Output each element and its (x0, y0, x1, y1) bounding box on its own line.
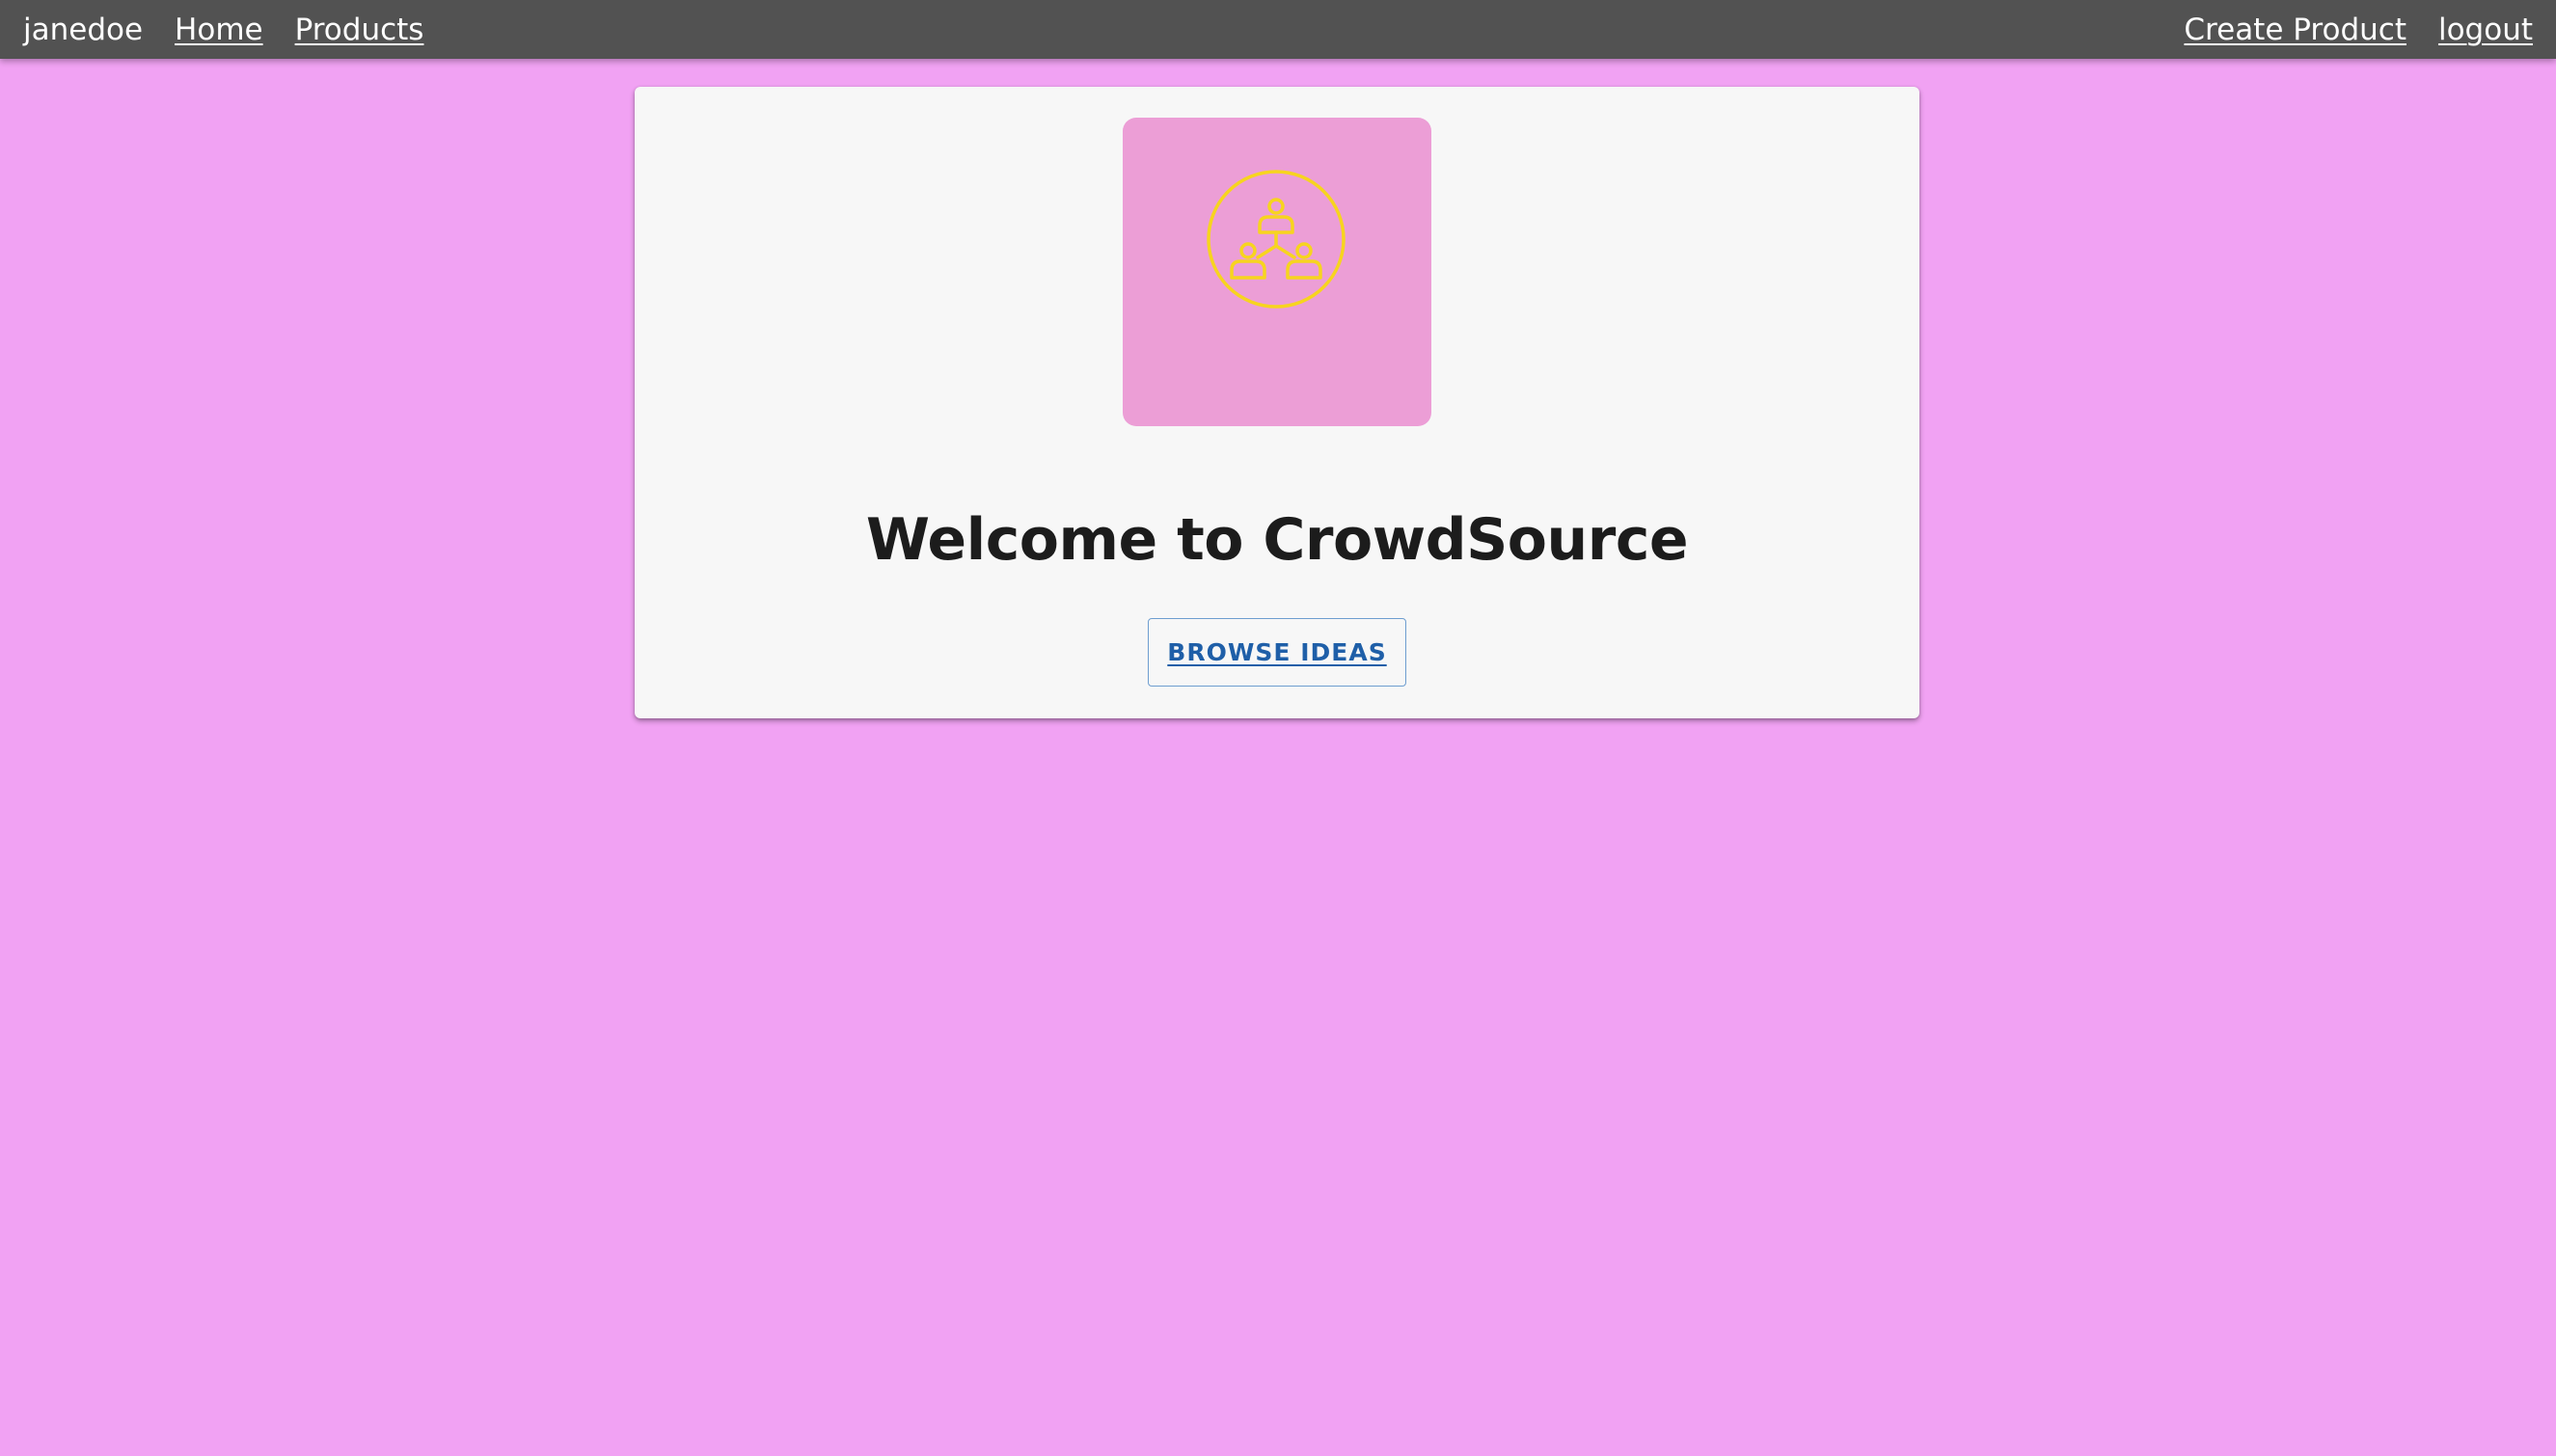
nav-link-products[interactable]: Products (295, 13, 424, 47)
navbar-left: janedoe Home Products (23, 13, 455, 47)
navbar-right: Create Product logout (2152, 13, 2533, 47)
browse-ideas-button[interactable]: BROWSE IDEAS (1148, 618, 1406, 687)
page-title: Welcome to CrowdSource (865, 506, 1689, 574)
crowd-network-icon (1207, 170, 1346, 309)
nav-link-create-product[interactable]: Create Product (2184, 13, 2406, 47)
username-label: janedoe (23, 12, 144, 47)
nav-link-logout[interactable]: logout (2438, 13, 2533, 47)
top-navbar: janedoe Home Products Create Product log… (0, 0, 2556, 59)
welcome-card: Welcome to CrowdSource BROWSE IDEAS (635, 87, 1919, 718)
nav-link-home[interactable]: Home (175, 13, 263, 47)
crowdsource-logo (1123, 118, 1431, 426)
